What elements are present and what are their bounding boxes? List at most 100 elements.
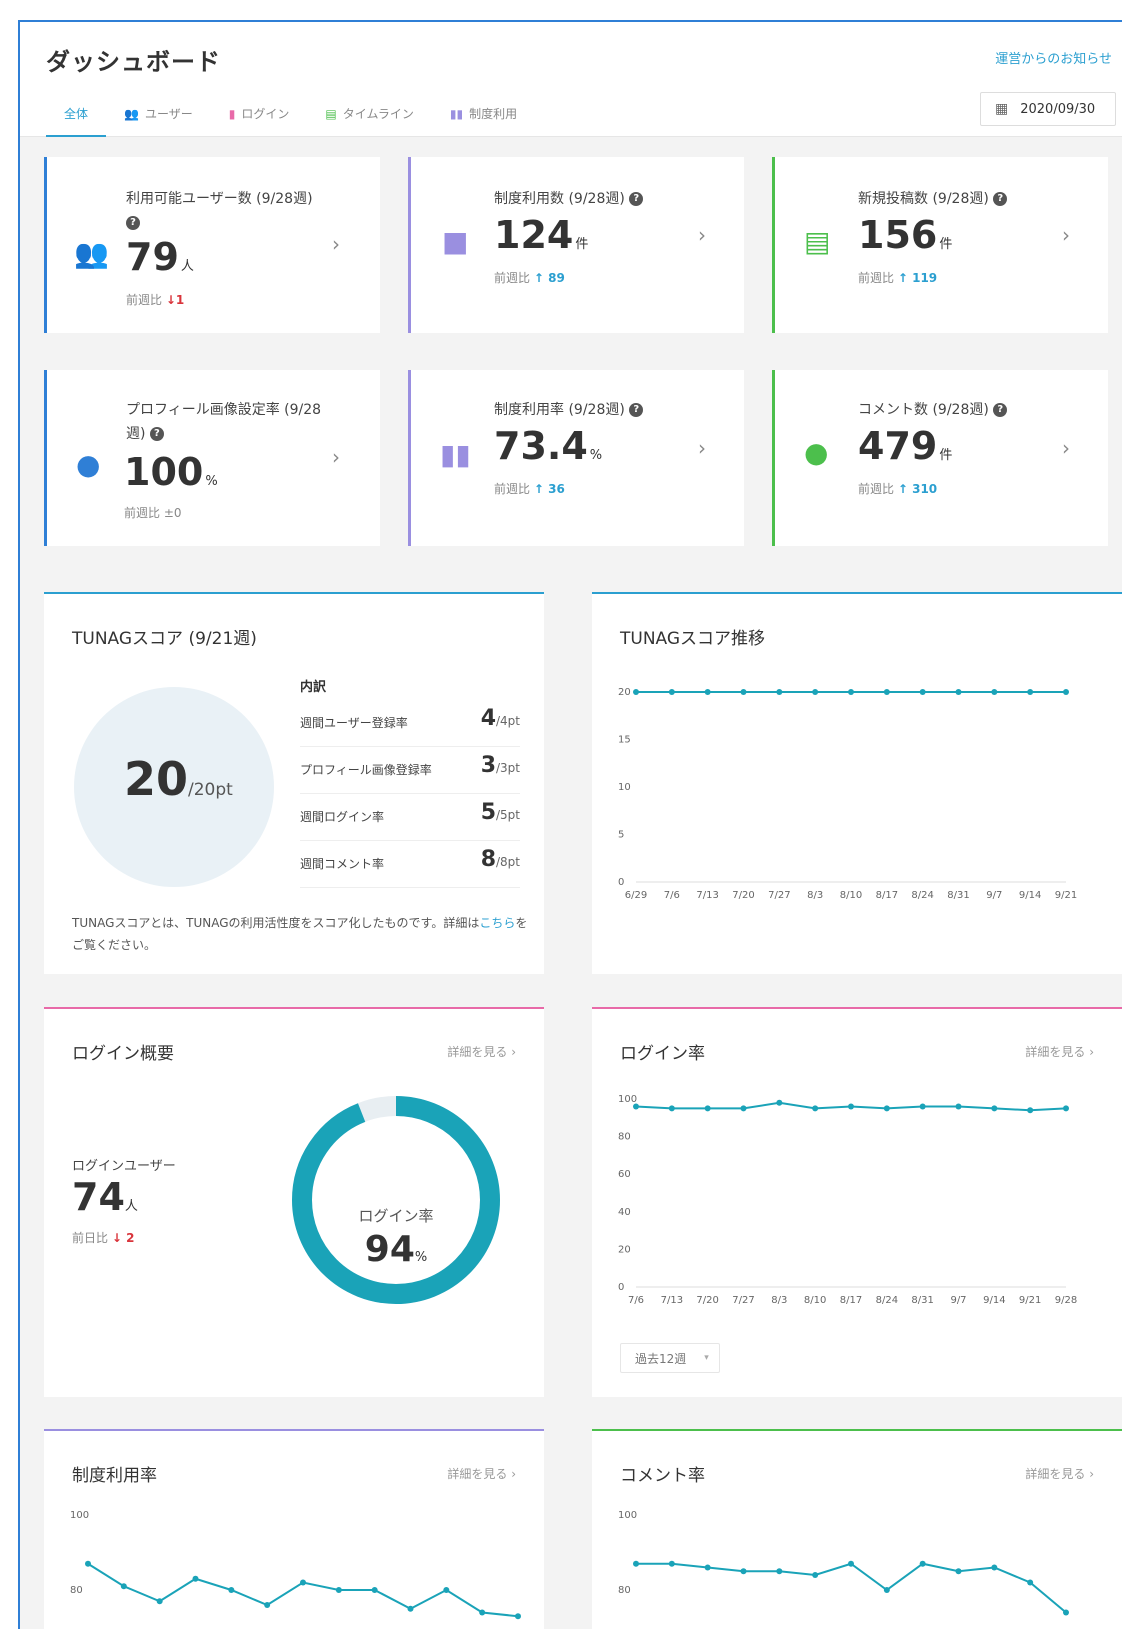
stat-number: 156 <box>858 213 938 257</box>
data-point <box>407 1605 414 1612</box>
help-icon[interactable]: ? <box>629 403 644 417</box>
stat-number: 124 <box>494 213 574 257</box>
card-accent-bar <box>44 370 47 546</box>
donut-value: 94% <box>291 1229 501 1270</box>
data-point <box>1063 1105 1069 1112</box>
breakdown-value: 4/4pt <box>481 706 520 731</box>
date-picker[interactable]: ▦ 2020/09/30 <box>980 92 1116 126</box>
data-point <box>479 1609 486 1616</box>
tab-users[interactable]: 👥 ユーザー <box>106 104 211 137</box>
panel-title: TUNAGスコア (9/21週) <box>72 629 257 649</box>
donut-number: 94 <box>364 1229 415 1270</box>
stat-card-new-posts[interactable]: ▤ 新規投稿数 (9/28週) ? 156 件 前週比 ↑ 119 › <box>772 157 1108 333</box>
diff-label: 前日比 <box>72 1231 109 1245</box>
data-point <box>812 689 819 695</box>
breakdown-number: 4 <box>480 706 496 731</box>
diff-value: ↑ 89 <box>534 271 565 285</box>
stat-number: 79 <box>126 235 179 279</box>
help-icon[interactable]: ? <box>993 403 1008 417</box>
chevron-right-icon[interactable]: › <box>1062 436 1070 460</box>
detail-link[interactable]: 詳細を見る › <box>1025 1465 1094 1482</box>
data-point <box>1063 1609 1069 1616</box>
data-point <box>335 1587 342 1593</box>
data-point <box>668 1105 675 1112</box>
data-point <box>812 1105 819 1112</box>
help-icon[interactable]: ? <box>149 427 164 441</box>
chevron-right-icon[interactable]: › <box>332 445 340 469</box>
help-icon[interactable]: ? <box>629 192 644 206</box>
data-point <box>919 1560 926 1567</box>
gift-icon: ■ <box>442 225 469 258</box>
data-point <box>156 1598 163 1605</box>
diff-arrow: ↑ <box>533 271 544 285</box>
x-tick-label: 7/27 <box>768 890 790 901</box>
card-accent-bar <box>408 157 411 333</box>
tab-overview[interactable]: 全体 <box>46 104 107 137</box>
stat-card-usage-rate[interactable]: ▮▮ 制度利用率 (9/28週) ? 73.4% 前週比 ↑ 36 › <box>408 370 744 546</box>
data-point <box>740 1105 747 1112</box>
x-tick-label: 8/31 <box>911 1295 933 1306</box>
list-icon: ▤ <box>804 225 831 258</box>
stat-card-users[interactable]: 👥 利用可能ユーザー数 (9/28週) ? 79 人 前週比 ↓1 › <box>44 157 380 333</box>
score-unit: /20pt <box>188 780 233 800</box>
stat-label: 利用可能ユーザー数 (9/28週) ? <box>126 187 346 235</box>
notice-link[interactable]: 運営からのお知らせ <box>995 48 1112 67</box>
stat-label-text: コメント数 (9/28週) <box>858 402 989 418</box>
tab-usage[interactable]: ▮▮ 制度利用 <box>432 104 535 137</box>
y-tick-label: 100 <box>618 1094 637 1105</box>
breakdown-unit: /3pt <box>496 761 520 775</box>
stat-number: 479 <box>858 424 938 468</box>
stat-value: 156 件 <box>858 213 952 257</box>
login-summary-panel: ログイン概要 詳細を見る › ログインユーザー 74人 前日比 ↓ 2 ログイン… <box>44 1007 544 1397</box>
login-rate-chart: 0 20 40 60 80 100 7/6 7/13 7/20 7/27 8/3 8/10 8/17 8/… <box>618 1094 1077 1306</box>
breakdown-value: 5/5pt <box>481 800 520 825</box>
profile-icon: ● <box>76 448 101 481</box>
stat-value: 79 人 <box>126 235 194 279</box>
card-accent-bar <box>44 157 47 333</box>
comment-icon: ● <box>804 436 829 469</box>
data-point <box>919 1103 926 1110</box>
stat-diff: 前週比 ↑ 36 <box>494 480 565 497</box>
data-point <box>955 1568 962 1575</box>
data-point <box>955 689 962 695</box>
detail-link[interactable]: 詳細を見る › <box>1025 1043 1094 1060</box>
tab-timeline[interactable]: ▤ タイムライン <box>307 104 432 137</box>
stat-unit: % <box>589 448 603 463</box>
chevron-right-icon[interactable]: › <box>698 436 706 460</box>
tab-login[interactable]: ▮ ログイン <box>211 104 308 137</box>
diff-number: 1 <box>175 293 185 307</box>
x-tick-label: 9/21 <box>1019 1295 1041 1306</box>
breakdown-value: 8/8pt <box>481 847 520 872</box>
login-user-value: 74人 <box>72 1175 138 1219</box>
breakdown-unit: /5pt <box>496 808 520 822</box>
stat-diff: 前週比 ↓1 <box>126 291 184 308</box>
data-point <box>1027 689 1034 695</box>
x-tick-label: 8/24 <box>876 1295 898 1306</box>
chevron-right-icon[interactable]: › <box>332 232 340 256</box>
period-select[interactable]: 過去12週 ▾ <box>620 1343 720 1373</box>
donut-label: ログイン率 <box>358 1207 434 1225</box>
data-point <box>1027 1579 1034 1586</box>
breakdown-unit: /4pt <box>496 714 520 728</box>
login-user-label: ログインユーザー <box>72 1159 176 1174</box>
help-icon[interactable]: ? <box>126 216 140 230</box>
data-point <box>740 689 747 695</box>
diff-number: 119 <box>912 271 938 285</box>
chevron-right-icon[interactable]: › <box>1062 223 1070 247</box>
stat-card-comments[interactable]: ● コメント数 (9/28週) ? 479 件 前週比 ↑ 310 › <box>772 370 1108 546</box>
stat-card-profile-rate[interactable]: ● プロフィール画像設定率 (9/28週) ? 100% 前週比 ±0 › <box>44 370 380 546</box>
x-tick-label: 6/29 <box>625 890 647 901</box>
stat-card-usage-count[interactable]: ■ 制度利用数 (9/28週) ? 124 件 前週比 ↑ 89 › <box>408 157 744 333</box>
detail-link[interactable]: 詳細を見る › <box>447 1465 516 1482</box>
data-point <box>192 1575 199 1582</box>
chevron-right-icon[interactable]: › <box>698 223 706 247</box>
breakdown-number: 3 <box>480 753 496 778</box>
panel-accent-line <box>592 1429 1122 1431</box>
detail-link[interactable]: 詳細を見る › <box>447 1043 516 1060</box>
x-tick-label: 7/6 <box>664 890 680 901</box>
diff-arrow: ↑ <box>533 482 544 496</box>
score-trend-chart: 0 5 10 15 20 6/29 7/6 7/13 7/20 7/27 8/3 8/10 8/17 8/… <box>618 687 1077 901</box>
users-icon: 👥 <box>124 107 139 121</box>
score-note-link[interactable]: こちら <box>479 916 515 930</box>
help-icon[interactable]: ? <box>993 192 1008 206</box>
